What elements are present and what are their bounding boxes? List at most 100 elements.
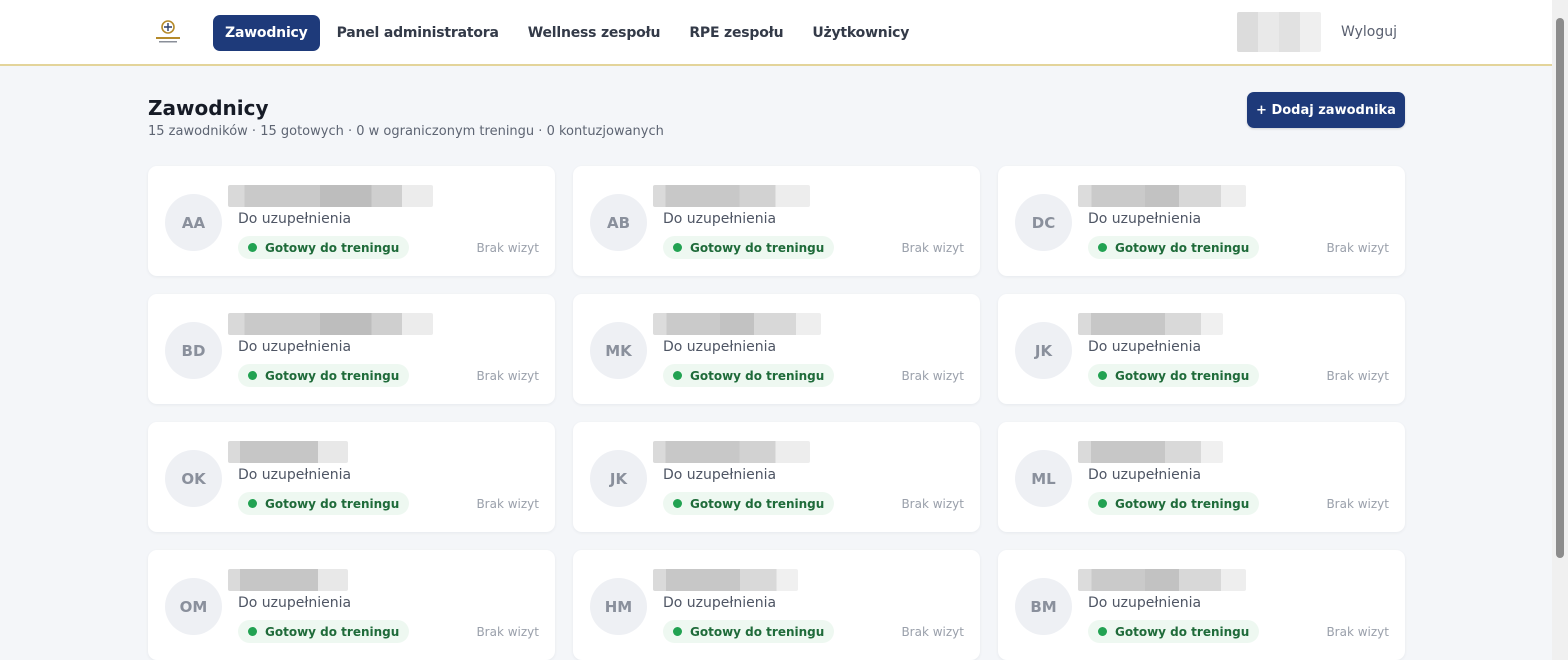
player-name-blurred bbox=[228, 313, 433, 335]
status-badge: Gotowy do treningu bbox=[663, 364, 835, 387]
status-badge: Gotowy do treningu bbox=[1088, 620, 1260, 643]
player-card[interactable]: DC Do uzupełnienia Gotowy do treningu Br… bbox=[998, 166, 1405, 276]
player-position: Do uzupełnienia bbox=[1088, 211, 1202, 227]
add-player-button[interactable]: + Dodaj zawodnika bbox=[1247, 92, 1405, 128]
visits-info: Brak wizyt bbox=[901, 369, 964, 383]
visits-info: Brak wizyt bbox=[476, 369, 539, 383]
status-badge: Gotowy do treningu bbox=[238, 236, 410, 259]
status-dot-icon bbox=[673, 243, 682, 252]
player-position: Do uzupełnienia bbox=[663, 595, 777, 611]
visits-info: Brak wizyt bbox=[476, 497, 539, 511]
status-dot-icon bbox=[1098, 371, 1107, 380]
avatar: OK bbox=[165, 450, 222, 507]
player-name-blurred bbox=[228, 569, 348, 591]
avatar: JK bbox=[590, 450, 647, 507]
player-name-blurred bbox=[228, 441, 348, 463]
scrollbar-thumb[interactable] bbox=[1556, 18, 1564, 558]
visits-info: Brak wizyt bbox=[901, 625, 964, 639]
status-badge: Gotowy do treningu bbox=[238, 492, 410, 515]
player-card[interactable]: MK Do uzupełnienia Gotowy do treningu Br… bbox=[573, 294, 980, 404]
status-badge: Gotowy do treningu bbox=[663, 492, 835, 515]
player-card[interactable]: ML Do uzupełnienia Gotowy do treningu Br… bbox=[998, 422, 1405, 532]
status-dot-icon bbox=[1098, 627, 1107, 636]
avatar: ML bbox=[1015, 450, 1072, 507]
status-dot-icon bbox=[248, 371, 257, 380]
status-badge: Gotowy do treningu bbox=[1088, 364, 1260, 387]
visits-info: Brak wizyt bbox=[1326, 497, 1389, 511]
nav-item-zawodnicy[interactable]: Zawodnicy bbox=[213, 15, 320, 51]
nav-item-users[interactable]: Użytkownicy bbox=[800, 15, 921, 51]
player-position: Do uzupełnienia bbox=[663, 339, 777, 355]
player-name-blurred bbox=[1078, 185, 1246, 207]
status-label: Gotowy do treningu bbox=[265, 368, 400, 383]
status-label: Gotowy do treningu bbox=[1115, 240, 1250, 255]
status-badge: Gotowy do treningu bbox=[663, 620, 835, 643]
status-label: Gotowy do treningu bbox=[1115, 624, 1250, 639]
visits-info: Brak wizyt bbox=[901, 241, 964, 255]
player-position: Do uzupełnienia bbox=[663, 467, 777, 483]
status-label: Gotowy do treningu bbox=[265, 240, 400, 255]
avatar: OM bbox=[165, 578, 222, 635]
player-card[interactable]: JK Do uzupełnienia Gotowy do treningu Br… bbox=[573, 422, 980, 532]
nav-item-team-rpe[interactable]: RPE zespołu bbox=[677, 15, 795, 51]
logout-link[interactable]: Wyloguj bbox=[1341, 24, 1397, 40]
player-card[interactable]: AB Do uzupełnienia Gotowy do treningu Br… bbox=[573, 166, 980, 276]
avatar: JK bbox=[1015, 322, 1072, 379]
nav-item-team-wellness[interactable]: Wellness zespołu bbox=[516, 15, 673, 51]
visits-info: Brak wizyt bbox=[1326, 241, 1389, 255]
avatar: DC bbox=[1015, 194, 1072, 251]
status-dot-icon bbox=[248, 499, 257, 508]
status-badge: Gotowy do treningu bbox=[238, 364, 410, 387]
user-account-blurred[interactable] bbox=[1237, 12, 1321, 52]
avatar: AB bbox=[590, 194, 647, 251]
player-position: Do uzupełnienia bbox=[663, 211, 777, 227]
player-position: Do uzupełnienia bbox=[238, 595, 352, 611]
status-label: Gotowy do treningu bbox=[690, 624, 825, 639]
page-title: Zawodnicy bbox=[148, 96, 269, 120]
visits-info: Brak wizyt bbox=[476, 241, 539, 255]
player-position: Do uzupełnienia bbox=[238, 211, 352, 227]
status-label: Gotowy do treningu bbox=[690, 368, 825, 383]
status-dot-icon bbox=[673, 499, 682, 508]
avatar: MK bbox=[590, 322, 647, 379]
status-label: Gotowy do treningu bbox=[690, 496, 825, 511]
player-name-blurred bbox=[1078, 313, 1223, 335]
player-card[interactable]: JK Do uzupełnienia Gotowy do treningu Br… bbox=[998, 294, 1405, 404]
status-label: Gotowy do treningu bbox=[1115, 496, 1250, 511]
avatar: HM bbox=[590, 578, 647, 635]
player-name-blurred bbox=[653, 569, 798, 591]
player-name-blurred bbox=[653, 185, 810, 207]
player-position: Do uzupełnienia bbox=[1088, 595, 1202, 611]
visits-info: Brak wizyt bbox=[1326, 369, 1389, 383]
roster-summary: 15 zawodników · 15 gotowych · 0 w ograni… bbox=[148, 124, 664, 139]
player-name-blurred bbox=[653, 313, 821, 335]
player-card[interactable]: OK Do uzupełnienia Gotowy do treningu Br… bbox=[148, 422, 555, 532]
team-logo-icon[interactable] bbox=[153, 18, 183, 46]
player-card[interactable]: OM Do uzupełnienia Gotowy do treningu Br… bbox=[148, 550, 555, 660]
main-nav: Zawodnicy Panel administratora Wellness … bbox=[213, 15, 926, 51]
status-badge: Gotowy do treningu bbox=[663, 236, 835, 259]
status-badge: Gotowy do treningu bbox=[1088, 236, 1260, 259]
status-dot-icon bbox=[673, 371, 682, 380]
player-card[interactable]: BM Do uzupełnienia Gotowy do treningu Br… bbox=[998, 550, 1405, 660]
player-position: Do uzupełnienia bbox=[1088, 467, 1202, 483]
player-name-blurred bbox=[653, 441, 810, 463]
status-dot-icon bbox=[673, 627, 682, 636]
player-card[interactable]: HM Do uzupełnienia Gotowy do treningu Br… bbox=[573, 550, 980, 660]
visits-info: Brak wizyt bbox=[1326, 625, 1389, 639]
player-position: Do uzupełnienia bbox=[238, 339, 352, 355]
player-card[interactable]: AA Do uzupełnienia Gotowy do treningu Br… bbox=[148, 166, 555, 276]
status-label: Gotowy do treningu bbox=[265, 496, 400, 511]
player-name-blurred bbox=[1078, 569, 1246, 591]
player-card[interactable]: BD Do uzupełnienia Gotowy do treningu Br… bbox=[148, 294, 555, 404]
avatar: AA bbox=[165, 194, 222, 251]
status-dot-icon bbox=[248, 627, 257, 636]
page-scrollbar[interactable] bbox=[1552, 0, 1568, 660]
top-navigation-bar: Zawodnicy Panel administratora Wellness … bbox=[0, 0, 1552, 66]
nav-item-admin-panel[interactable]: Panel administratora bbox=[325, 15, 511, 51]
players-grid: AA Do uzupełnienia Gotowy do treningu Br… bbox=[148, 166, 1405, 660]
visits-info: Brak wizyt bbox=[476, 625, 539, 639]
status-dot-icon bbox=[1098, 499, 1107, 508]
player-name-blurred bbox=[1078, 441, 1223, 463]
status-dot-icon bbox=[1098, 243, 1107, 252]
